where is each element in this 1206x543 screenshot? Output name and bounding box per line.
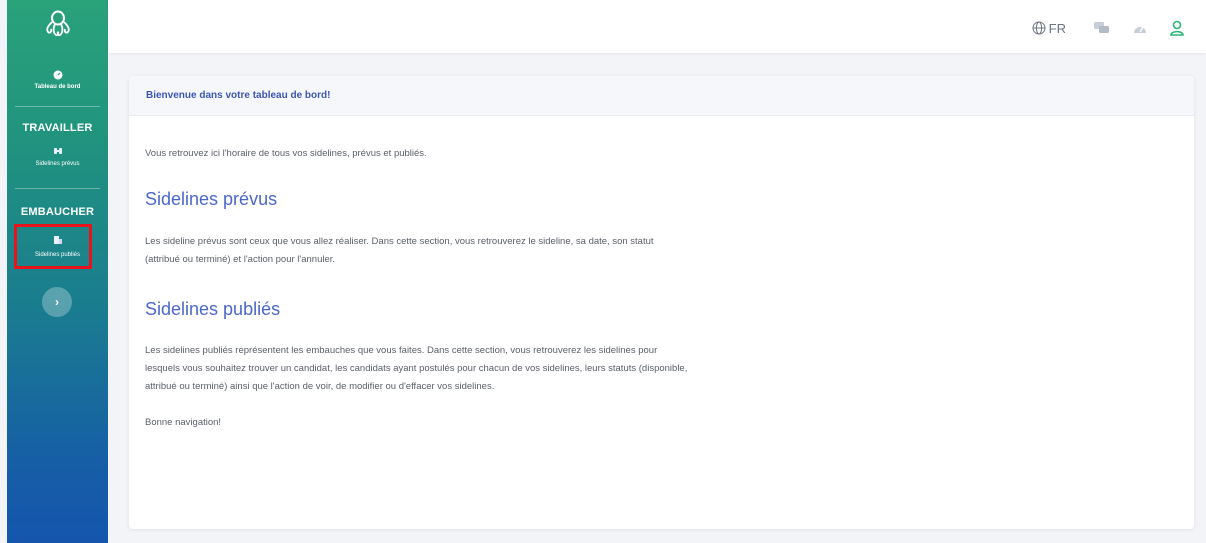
chevron-right-icon: › xyxy=(55,295,59,309)
welcome-card: Bienvenue dans votre tableau de bord! Vo… xyxy=(129,76,1194,529)
card-header: Bienvenue dans votre tableau de bord! xyxy=(129,76,1194,116)
topbar-actions: FR xyxy=(1032,20,1184,36)
divider xyxy=(15,106,100,107)
closing-text: Bonne navigation! xyxy=(145,417,222,428)
sidebar: Tableau de bord TRAVAILLER Sidelines pré… xyxy=(7,0,108,543)
sidebar-item-label: Tableau de bord xyxy=(34,84,81,90)
dashboard-icon[interactable] xyxy=(1132,21,1148,35)
intro-text: Vous retrouvez ici l'horaire de tous vos… xyxy=(145,148,427,159)
dashboard-gauge-icon xyxy=(53,70,62,80)
language-selector[interactable]: FR xyxy=(1032,21,1066,36)
divider xyxy=(15,188,100,189)
sidebar-item-dashboard[interactable]: Tableau de bord xyxy=(7,70,108,91)
octopus-logo-icon[interactable] xyxy=(43,9,73,39)
section-title-embaucher: EMBAUCHER xyxy=(20,206,95,218)
section-text-prevus: Les sideline prévus sont ceux que vous a… xyxy=(145,236,654,265)
sidebar-item-label: Sidelines prévus xyxy=(35,161,80,167)
expand-sidebar-button[interactable]: › xyxy=(42,287,72,317)
card-body: Vous retrouvez ici l'horaire de tous vos… xyxy=(129,145,690,432)
sidebar-item-sidelines-prevus[interactable]: Sidelines prévus xyxy=(7,146,108,168)
section-title-travailler: TRAVAILLER xyxy=(22,122,93,134)
language-label: FR xyxy=(1048,20,1066,36)
section-text-publies: Les sidelines publiés représentent les e… xyxy=(145,345,688,392)
highlight-box xyxy=(14,224,92,269)
section-title-publies: Sidelines publiés xyxy=(145,299,281,319)
binoculars-icon xyxy=(53,148,62,154)
topbar: FR xyxy=(108,0,1206,53)
section-title-prevus: Sidelines prévus xyxy=(145,189,278,209)
user-icon[interactable] xyxy=(1170,20,1184,36)
globe-icon xyxy=(1032,21,1046,35)
chat-icon[interactable] xyxy=(1094,21,1110,35)
